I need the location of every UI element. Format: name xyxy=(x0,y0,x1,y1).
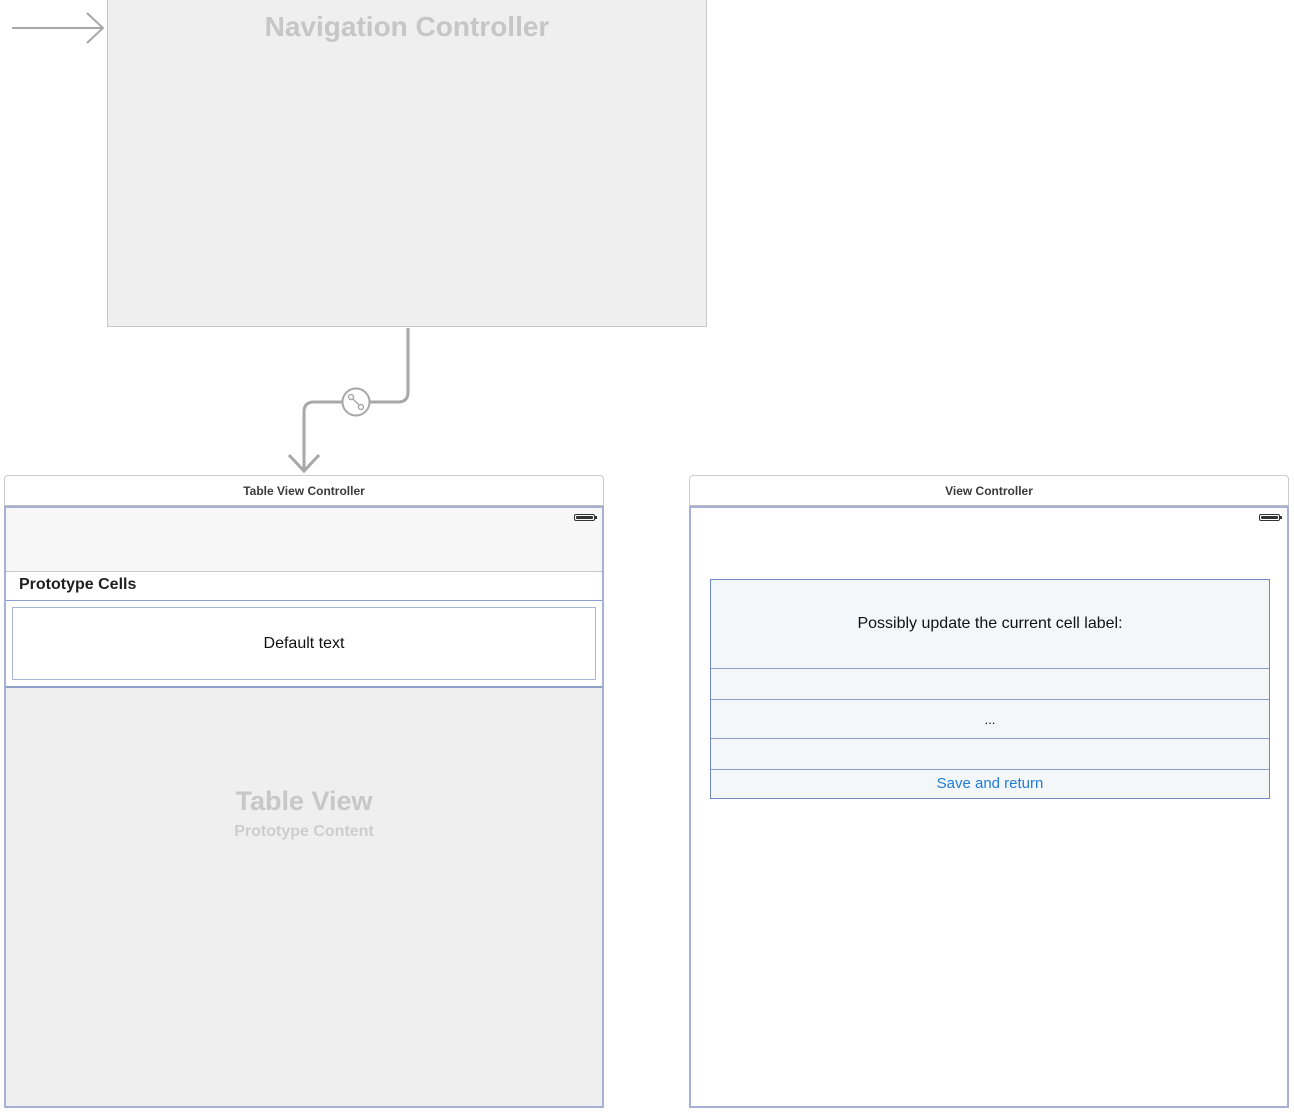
prototype-cell[interactable]: Default text xyxy=(6,600,602,688)
table-view-placeholder-title: Table View xyxy=(235,786,373,816)
save-and-return-button[interactable]: Save and return xyxy=(711,770,1269,798)
initial-scene-arrow xyxy=(12,12,105,44)
root-view-controller-segue[interactable] xyxy=(287,328,410,474)
battery-icon xyxy=(574,514,597,521)
view-controller-body: Possibly update the current cell label: … xyxy=(689,506,1289,1108)
table-view-controller-body: Prototype Cells Default text Table View … xyxy=(4,506,604,1108)
table-view-controller-scene[interactable]: Table View Controller Prototype Cells De… xyxy=(4,475,604,1108)
ellipsis-label[interactable]: ... xyxy=(711,700,1269,739)
cell-text-label[interactable]: Default text xyxy=(12,607,596,680)
table-view[interactable]: Table View Prototype Content xyxy=(6,688,602,1106)
table-view-controller-header[interactable]: Table View Controller xyxy=(4,475,604,506)
prototype-cells-header: Prototype Cells xyxy=(6,572,602,600)
navigation-controller-title: Navigation Controller xyxy=(264,11,550,42)
battery-icon xyxy=(1259,514,1282,521)
storyboard-canvas: Navigation Controller Table View Control… xyxy=(0,0,1294,1112)
segue-icon[interactable] xyxy=(341,387,371,417)
navigation-bar[interactable] xyxy=(6,508,602,572)
view-controller-view[interactable]: Possibly update the current cell label: … xyxy=(691,508,1287,1106)
prompt-label[interactable]: Possibly update the current cell label: xyxy=(711,580,1269,669)
navigation-controller-scene[interactable]: Navigation Controller xyxy=(107,0,707,327)
spacer-view[interactable] xyxy=(711,739,1269,770)
view-controller-scene[interactable]: View Controller Possibly update the curr… xyxy=(689,475,1289,1108)
stack-view[interactable]: Possibly update the current cell label: … xyxy=(710,579,1270,799)
text-field[interactable] xyxy=(711,669,1269,700)
table-view-placeholder-subtitle: Prototype Content xyxy=(234,823,374,840)
view-controller-header[interactable]: View Controller xyxy=(689,475,1289,506)
